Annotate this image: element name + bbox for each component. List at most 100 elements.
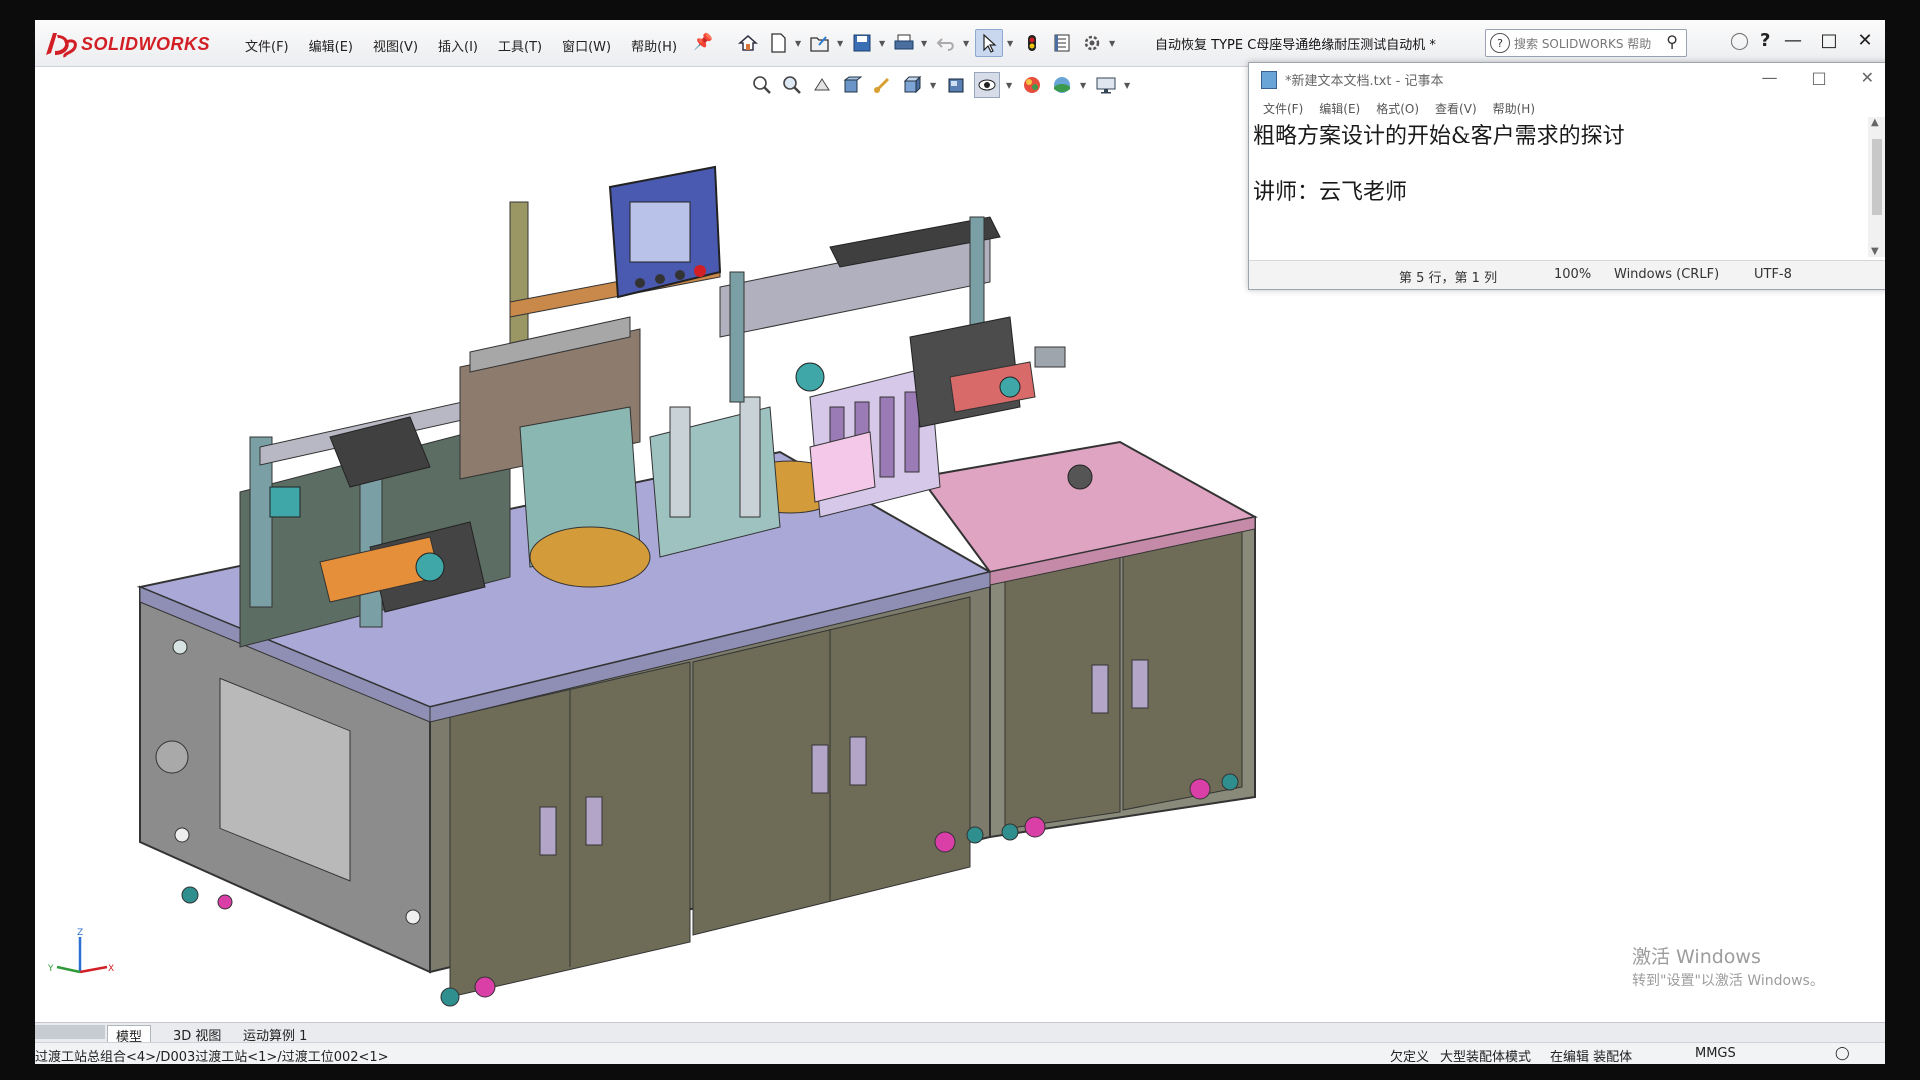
model-tabs: 模型 3D 视图 运动算例 1 xyxy=(35,1022,1885,1045)
notepad-text-area[interactable]: 粗略方案设计的开始&客户需求的探讨 讲师：云飞老师 xyxy=(1251,117,1868,241)
help-search-input[interactable]: 搜索 SOLIDWORKS 帮助 xyxy=(1514,35,1651,52)
svg-text:Z: Z xyxy=(77,928,83,938)
previous-view-icon[interactable] xyxy=(810,73,834,97)
svg-text:X: X xyxy=(108,964,114,974)
notepad-titlebar[interactable]: *新建文本文档.txt - 记事本 — □ ✕ xyxy=(1249,63,1885,93)
notepad-title: *新建文本文档.txt - 记事本 xyxy=(1285,74,1444,89)
maximize-icon[interactable]: □ xyxy=(1819,30,1839,51)
undo-icon[interactable] xyxy=(933,30,959,56)
home-icon[interactable] xyxy=(735,30,761,56)
help-search-box[interactable]: ? 搜索 SOLIDWORKS 帮助 ⚲ xyxy=(1485,29,1687,57)
status-editing: 在编辑 装配体 xyxy=(1550,1050,1633,1064)
assembly-model[interactable] xyxy=(130,107,1270,1027)
undo-dropdown-caret[interactable]: ▼ xyxy=(963,39,971,48)
svg-text:Y: Y xyxy=(47,964,54,974)
notepad-close-icon[interactable]: ✕ xyxy=(1861,68,1874,87)
main-menu: 文件(F) 编辑(E) 视图(V) 插入(I) 工具(T) 窗口(W) 帮助(H… xyxy=(235,34,687,57)
save-dropdown-caret[interactable]: ▼ xyxy=(879,39,887,48)
scene-dropdown-caret[interactable]: ▼ xyxy=(1080,81,1088,90)
notepad-menu-file[interactable]: 文件(F) xyxy=(1255,100,1311,117)
tab-3d-views[interactable]: 3D 视图 xyxy=(165,1025,229,1044)
close-icon[interactable]: ✕ xyxy=(1855,30,1875,51)
hide-show-dropdown-caret[interactable]: ▼ xyxy=(1006,81,1014,90)
notepad-statusbar: 第 5 行，第 1 列 100% Windows (CRLF) UTF-8 xyxy=(1249,260,1885,289)
status-selection-path: 过渡工站总组合<4>/D003过渡工站<1>/过渡工位002<1> xyxy=(35,1050,389,1064)
select-dropdown-caret[interactable]: ▼ xyxy=(1007,39,1015,48)
document-title: 自动恢复 TYPE C母座导通绝缘耐压测试自动机 * xyxy=(1155,38,1436,53)
encoding: UTF-8 xyxy=(1754,267,1792,282)
user-account-icon[interactable]: ◯ xyxy=(1730,31,1749,51)
tab-scroll-arrows[interactable] xyxy=(35,1025,105,1039)
notepad-minimize-icon[interactable]: — xyxy=(1761,68,1777,87)
new-dropdown-caret[interactable]: ▼ xyxy=(795,39,803,48)
select-icon[interactable] xyxy=(975,29,1003,57)
apply-scene-icon[interactable] xyxy=(1050,73,1074,97)
display-style-icon[interactable] xyxy=(944,73,968,97)
print-dropdown-caret[interactable]: ▼ xyxy=(921,39,929,48)
notepad-window-controls: — □ ✕ xyxy=(1761,68,1874,87)
menu-insert[interactable]: 插入(I) xyxy=(428,34,488,57)
status-options-icon[interactable]: ◯ xyxy=(1835,1046,1850,1061)
scroll-down-icon[interactable]: ▼ xyxy=(1871,246,1879,257)
status-mode: 大型装配体模式 xyxy=(1440,1050,1532,1064)
section-view-icon[interactable] xyxy=(840,73,864,97)
menu-tools[interactable]: 工具(T) xyxy=(488,34,552,57)
orientation-dropdown-caret[interactable]: ▼ xyxy=(930,81,938,90)
options-icon[interactable] xyxy=(1079,30,1105,56)
help-icon[interactable]: ? xyxy=(1760,30,1770,51)
status-bar: 过渡工站总组合<4>/D003过渡工站<1>/过渡工位002<1> 欠定义 大型… xyxy=(35,1042,1885,1064)
help-circle-icon: ? xyxy=(1490,33,1510,53)
menu-file[interactable]: 文件(F) xyxy=(235,34,299,57)
save-icon[interactable] xyxy=(849,30,875,56)
dynamic-annotation-icon[interactable] xyxy=(870,73,894,97)
zoom-area-icon[interactable] xyxy=(780,73,804,97)
activation-watermark-subtitle: 转到"设置"以激活 Windows。 xyxy=(1632,973,1824,989)
scroll-thumb[interactable] xyxy=(1872,139,1882,215)
notepad-line-1: 粗略方案设计的开始&客户需求的探讨 xyxy=(1253,124,1625,149)
menu-view[interactable]: 视图(V) xyxy=(363,34,428,57)
pin-menu-icon[interactable]: 📌 xyxy=(693,32,713,52)
view-settings-dropdown-caret[interactable]: ▼ xyxy=(1124,81,1132,90)
activation-watermark-title: 激活 Windows xyxy=(1632,946,1761,968)
minimize-icon[interactable]: — xyxy=(1783,30,1803,51)
cursor-position: 第 5 行，第 1 列 xyxy=(1399,271,1498,286)
open-icon[interactable] xyxy=(807,30,833,56)
new-document-icon[interactable] xyxy=(765,30,791,56)
notepad-menu-format[interactable]: 格式(O) xyxy=(1368,100,1427,117)
notepad-icon xyxy=(1261,71,1277,89)
notepad-window[interactable]: *新建文本文档.txt - 记事本 — □ ✕ 文件(F) 编辑(E) 格式(O… xyxy=(1248,62,1885,290)
ds-logo-icon xyxy=(46,33,77,58)
options-dropdown-caret[interactable]: ▼ xyxy=(1109,39,1117,48)
notepad-line-2 xyxy=(1253,157,1868,173)
hide-show-icon[interactable] xyxy=(974,72,1000,98)
notepad-menu-help[interactable]: 帮助(H) xyxy=(1485,100,1543,117)
zoom-level: 100% xyxy=(1554,267,1592,282)
status-units[interactable]: MMGS xyxy=(1695,1046,1736,1061)
window-controls: — □ ✕ xyxy=(1783,30,1875,51)
tab-motion-study[interactable]: 运动算例 1 xyxy=(235,1025,315,1044)
zoom-to-fit-icon[interactable] xyxy=(750,73,774,97)
menu-help[interactable]: 帮助(H) xyxy=(621,34,687,57)
notepad-menu: 文件(F) 编辑(E) 格式(O) 查看(V) 帮助(H) xyxy=(1255,100,1543,117)
file-properties-icon[interactable] xyxy=(1049,30,1075,56)
view-orientation-icon[interactable] xyxy=(900,73,924,97)
brand-label: SOLIDWORKS xyxy=(81,33,210,54)
edit-appearance-icon[interactable] xyxy=(1020,73,1044,97)
search-icon[interactable]: ⚲ xyxy=(1666,32,1678,51)
tab-model[interactable]: 模型 xyxy=(107,1025,152,1045)
status-definition: 欠定义 xyxy=(1390,1050,1430,1064)
rebuild-icon[interactable] xyxy=(1019,30,1045,56)
menu-window[interactable]: 窗口(W) xyxy=(552,34,621,57)
open-dropdown-caret[interactable]: ▼ xyxy=(837,39,845,48)
menu-edit[interactable]: 编辑(E) xyxy=(299,34,363,57)
title-menu-bar: SOLIDWORKS 文件(F) 编辑(E) 视图(V) 插入(I) 工具(T)… xyxy=(35,20,1885,67)
notepad-line-3: 讲师：云飞老师 xyxy=(1253,180,1408,205)
notepad-menu-edit[interactable]: 编辑(E) xyxy=(1311,100,1368,117)
print-icon[interactable] xyxy=(891,30,917,56)
view-settings-icon[interactable] xyxy=(1094,73,1118,97)
solidworks-logo[interactable]: SOLIDWORKS xyxy=(43,28,210,60)
scroll-up-icon[interactable]: ▲ xyxy=(1871,117,1879,128)
notepad-scrollbar[interactable]: ▲ ▼ xyxy=(1868,117,1885,257)
notepad-menu-view[interactable]: 查看(V) xyxy=(1427,100,1485,117)
notepad-maximize-icon[interactable]: □ xyxy=(1811,68,1826,87)
